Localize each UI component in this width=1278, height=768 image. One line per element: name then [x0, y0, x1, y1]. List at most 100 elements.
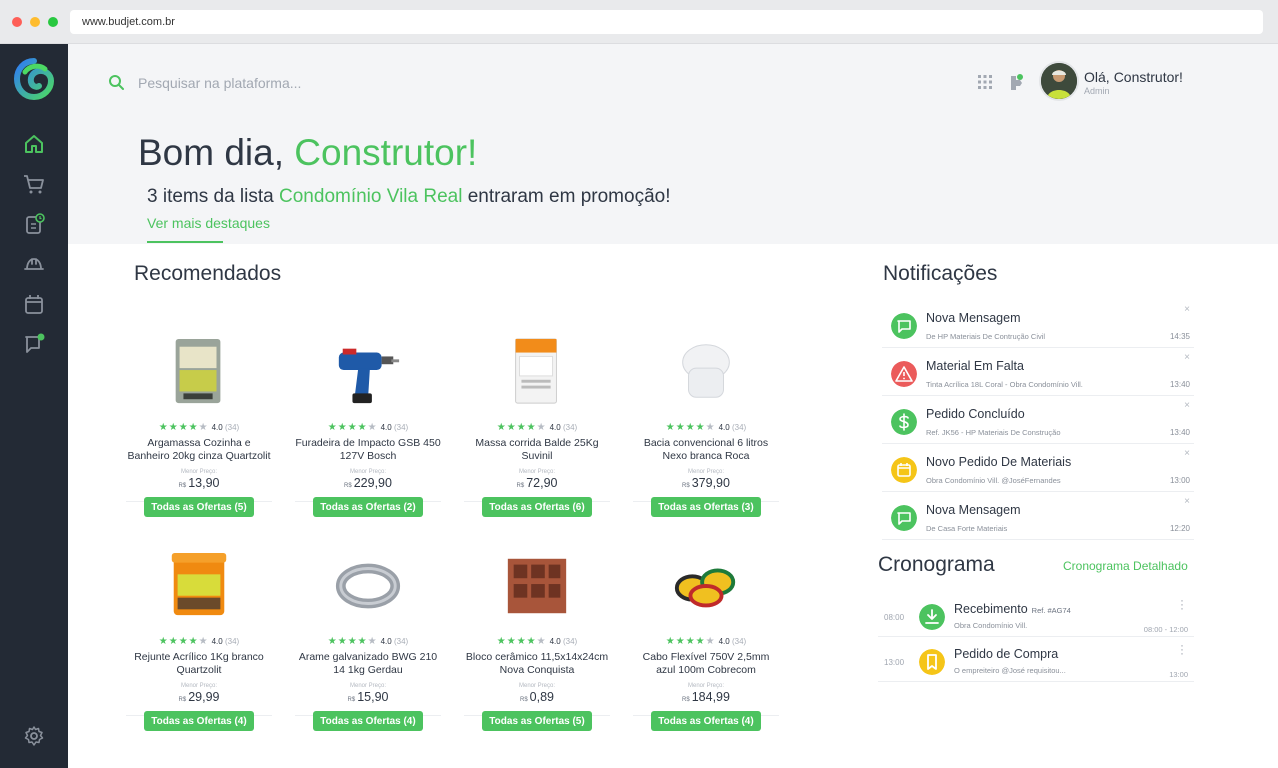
- rating-score: 4.0: [549, 637, 561, 646]
- rating-count: (34): [393, 637, 409, 646]
- currency: R$: [516, 483, 525, 489]
- product-card[interactable]: ★★★★★ 4.0 (34) Bloco cerâmico 11,5x14x24cm…: [464, 538, 610, 731]
- helmet-icon[interactable]: [22, 252, 46, 276]
- price-value: 229,90: [353, 476, 392, 490]
- search-input[interactable]: [138, 72, 438, 94]
- hello-name: Construtor!: [294, 132, 478, 173]
- price-label: Menor Preço:: [687, 469, 724, 475]
- all-offers-button[interactable]: Todas as Ofertas (5): [482, 711, 592, 731]
- close-icon[interactable]: ×: [1184, 496, 1190, 507]
- search-icon[interactable]: [108, 74, 124, 90]
- close-icon[interactable]: ×: [1184, 352, 1190, 363]
- product-name[interactable]: Furadeira de Impacto GSB 450 127V Bosch: [295, 437, 441, 463]
- promo-prefix: 3 items da lista: [147, 186, 274, 207]
- browser-chrome: www.budjet.com.br: [0, 0, 1278, 44]
- product-name[interactable]: Bacia convencional 6 litros Nexo branca …: [633, 437, 779, 463]
- product-name[interactable]: Bloco cerâmico 11,5x14x24cm Nova Conquis…: [464, 651, 610, 677]
- price-value: 29,99: [188, 690, 220, 704]
- close-icon[interactable]: ×: [1184, 304, 1190, 315]
- notification-item[interactable]: Novo Pedido De Materiais Obra Condomínio …: [882, 446, 1194, 492]
- notification-subtitle: Tinta Acrílica 18L Coral - Obra Condomín…: [926, 380, 1083, 389]
- product-image[interactable]: [164, 334, 234, 410]
- schedule-item[interactable]: 08:00 Recebimento Ref. #AG74 Obra Condomíni…: [878, 592, 1194, 637]
- notification-item[interactable]: Material Em Falta Tinta Acrílica 18L Cora…: [882, 350, 1194, 396]
- product-image[interactable]: [333, 334, 403, 410]
- product-card[interactable]: ★★★★★ 4.0 (34) Bacia convencional 6 litros…: [633, 324, 779, 517]
- close-icon[interactable]: ×: [1184, 448, 1190, 459]
- more-highlights-link[interactable]: Ver mais destaques: [147, 215, 270, 231]
- all-offers-button[interactable]: Todas as Ofertas (3): [651, 497, 761, 517]
- active-tab-indicator: [147, 241, 223, 243]
- product-image[interactable]: [333, 548, 403, 624]
- product-name[interactable]: Argamassa Cozinha e Banheiro 20kg cinza …: [126, 437, 272, 463]
- product-card[interactable]: ★★★★★ 4.0 (34) Massa corrida Balde 25Kg Su…: [464, 324, 610, 517]
- notification-time: 13:00: [1169, 476, 1190, 485]
- product-card[interactable]: ★★★★★ 4.0 (34) Rejunte Acrílico 1Kg branco…: [126, 538, 272, 731]
- rating-score: 4.0: [718, 423, 730, 432]
- product-image[interactable]: [164, 548, 234, 624]
- product-card[interactable]: ★★★★★ 4.0 (34) Furadeira de Impacto GSB 45…: [295, 324, 441, 517]
- sidebar: [0, 44, 68, 768]
- promo-list-link[interactable]: Condomínio Vila Real: [279, 186, 462, 207]
- apps-grid-icon[interactable]: [978, 75, 992, 89]
- rating-stars-icon: ★★★★★: [496, 422, 547, 433]
- product-image[interactable]: [502, 334, 572, 410]
- rating-score: 4.0: [380, 423, 392, 432]
- product-card[interactable]: ★★★★★ 4.0 (34) Arame galvanizado BWG 210 1…: [295, 538, 441, 731]
- clipboard-clock-icon[interactable]: [22, 212, 46, 236]
- product-rating: ★★★★★ 4.0 (34): [295, 422, 441, 433]
- all-offers-button[interactable]: Todas as Ofertas (4): [313, 711, 423, 731]
- product-name[interactable]: Cabo Flexível 750V 2,5mm azul 100m Cobre…: [633, 651, 779, 677]
- download-icon: [919, 604, 945, 630]
- notification-time: 12:20: [1169, 524, 1190, 533]
- close-window-button[interactable]: [12, 17, 22, 27]
- minimize-window-button[interactable]: [30, 17, 40, 27]
- schedule-title: Recebimento Ref. #AG74: [954, 602, 1071, 616]
- notification-subtitle: Ref. JK56 - HP Materiais De Construção: [926, 428, 1061, 437]
- chat-icon[interactable]: [22, 332, 46, 356]
- notification-item[interactable]: Pedido Concluído Ref. JK56 - HP Materiais…: [882, 398, 1194, 444]
- cronograma-detail-link[interactable]: Cronograma Detalhado: [1063, 559, 1188, 573]
- notification-title: Novo Pedido De Materiais: [926, 455, 1072, 469]
- promo-suffix: entraram em promoção!: [467, 186, 671, 207]
- product-name[interactable]: Arame galvanizado BWG 210 14 1kg Gerdau: [295, 651, 441, 677]
- home-icon[interactable]: [22, 132, 46, 156]
- currency: R$: [344, 483, 352, 489]
- rating-count: (34): [393, 423, 409, 432]
- schedule-item[interactable]: 13:00 Pedido de Compra O empreiteiro @José…: [878, 637, 1194, 682]
- address-bar[interactable]: www.budjet.com.br: [70, 10, 1263, 34]
- product-name[interactable]: Massa corrida Balde 25Kg Suvinil: [464, 437, 610, 463]
- more-options-icon[interactable]: · · ·: [1180, 639, 1184, 659]
- calendar-icon: [891, 457, 917, 483]
- product-price: R$ 0,89: [464, 690, 610, 704]
- rating-stars-icon: ★★★★★: [665, 636, 716, 647]
- message-icon: [891, 313, 917, 339]
- product-card[interactable]: ★★★★★ 4.0 (34) Cabo Flexível 750V 2,5mm az…: [633, 538, 779, 731]
- calendar-icon[interactable]: [22, 292, 46, 316]
- product-image[interactable]: [671, 334, 741, 410]
- budjet-logo[interactable]: [13, 58, 55, 100]
- puzzle-icon[interactable]: [1008, 72, 1026, 92]
- rating-stars-icon: ★★★★★: [496, 636, 547, 647]
- notification-title: Nova Mensagem: [926, 503, 1021, 517]
- all-offers-button[interactable]: Todas as Ofertas (2): [313, 497, 423, 517]
- all-offers-button[interactable]: Todas as Ofertas (4): [651, 711, 761, 731]
- all-offers-button[interactable]: Todas as Ofertas (4): [144, 711, 254, 731]
- avatar[interactable]: [1039, 61, 1079, 101]
- maximize-window-button[interactable]: [48, 17, 58, 27]
- notification-item[interactable]: Nova Mensagem De Casa Forte Materiais 12:2…: [882, 494, 1194, 540]
- all-offers-button[interactable]: Todas as Ofertas (6): [482, 497, 592, 517]
- more-options-icon[interactable]: · · ·: [1180, 594, 1184, 614]
- notification-title: Pedido Concluído: [926, 407, 1025, 421]
- product-price: R$ 13,90: [126, 476, 272, 490]
- cart-icon[interactable]: [22, 172, 46, 196]
- gear-icon[interactable]: [22, 724, 46, 748]
- user-greeting[interactable]: Olá, Construtor!: [1084, 69, 1183, 85]
- product-name[interactable]: Rejunte Acrílico 1Kg branco Quartzolit: [126, 651, 272, 677]
- notification-item[interactable]: Nova Mensagem De HP Materiais De Contruçã…: [882, 302, 1194, 348]
- close-icon[interactable]: ×: [1184, 400, 1190, 411]
- all-offers-button[interactable]: Todas as Ofertas (5): [144, 497, 254, 517]
- product-image[interactable]: [502, 548, 572, 624]
- product-card[interactable]: ★★★★★ 4.0 (34) Argamassa Cozinha e Banheir…: [126, 324, 272, 517]
- product-image[interactable]: [671, 548, 741, 624]
